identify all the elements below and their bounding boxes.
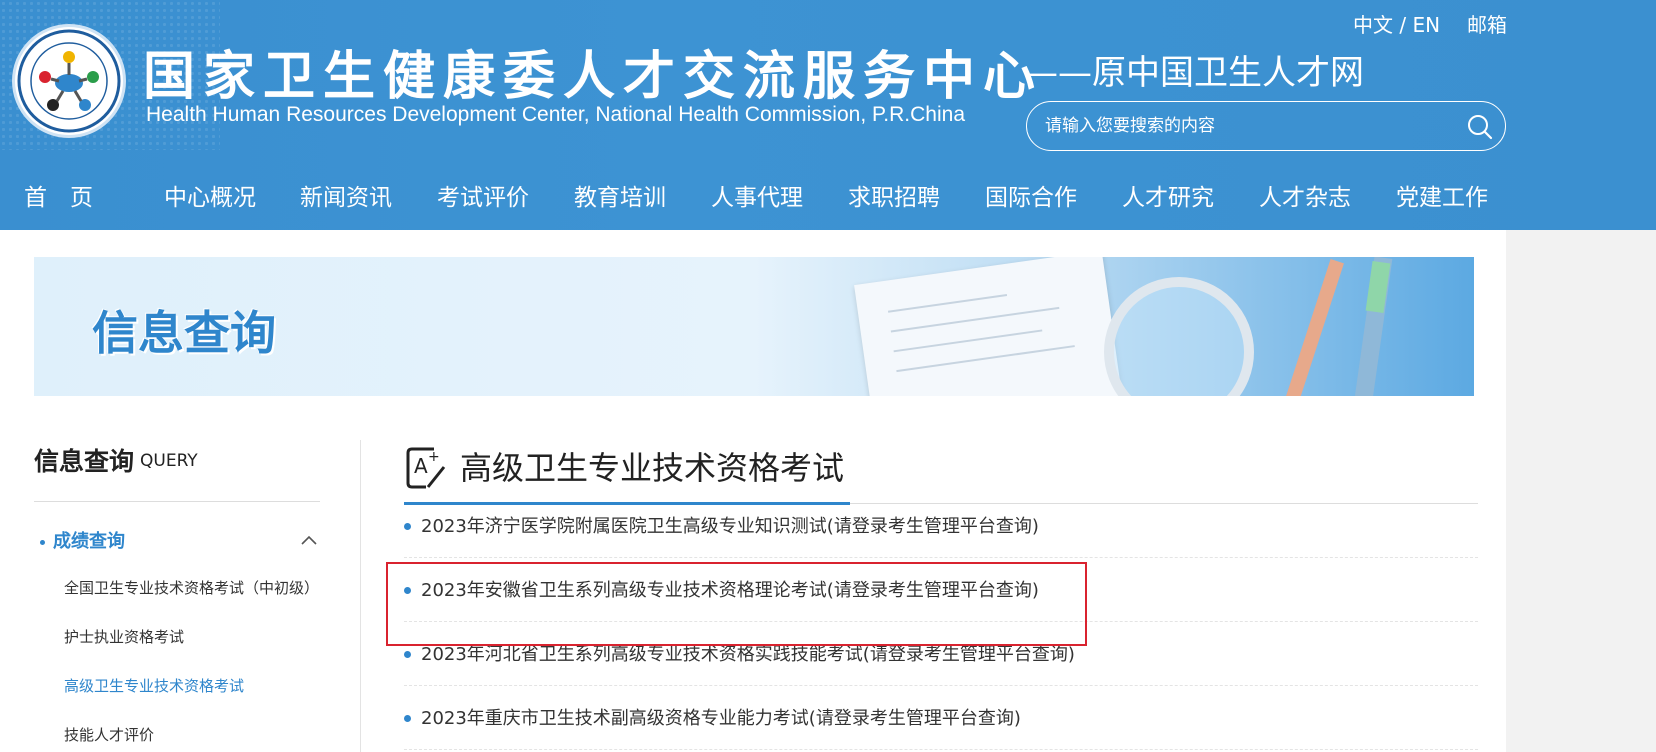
nav-item-jobs[interactable]: 求职招聘 [848,178,940,212]
content-title: 高级卫生专业技术资格考试 [460,449,845,487]
search-box [1026,101,1506,151]
logo-emblem-icon [17,29,121,133]
nav-item-research[interactable]: 人才研究 [1122,178,1214,212]
sidebar-title-en: QUERY [140,451,198,471]
list-item-link[interactable]: 2023年济宁医学院附属医院卫生高级专业知识测试(请登录考生管理平台查询) [421,512,1039,538]
language-switch[interactable]: 中文 / EN [1353,9,1440,38]
search-icon[interactable] [1467,114,1493,140]
svg-text:A: A [414,454,428,478]
nav-item-magazine[interactable]: 人才杂志 [1259,178,1351,212]
main-nav: 首 页 中心概况 新闻资讯 考试评价 教育培训 人事代理 求职招聘 国际合作 人… [0,170,1510,220]
highlight-box [386,562,1087,646]
site-title-en: Health Human Resources Development Cente… [146,103,965,126]
mailbox-link[interactable]: 邮箱 [1467,9,1507,38]
sidebar-item-national-exam[interactable]: 全国卫生专业技术资格考试（中初级） [64,577,319,598]
search-input[interactable] [1045,102,1445,150]
document-edit-icon: A + [406,447,446,489]
site-slogan: ——原中国卫生人才网 [1024,53,1364,93]
nav-item-about[interactable]: 中心概况 [164,178,256,212]
banner-pencil-cap [1365,260,1391,314]
banner-title: 信息查询 [92,306,276,360]
list-item[interactable]: 2023年济宁医学院附属医院卫生高级专业知识测试(请登录考生管理平台查询) [404,494,1478,558]
list-item[interactable]: 2023年重庆市卫生技术副高级资格专业能力考试(请登录考生管理平台查询) [404,686,1478,750]
site-title-cn: 国家卫生健康委人才交流服务中心 [143,47,1044,107]
nav-item-exam[interactable]: 考试评价 [437,178,529,212]
list-item-link[interactable]: 2023年重庆市卫生技术副高级资格专业能力考试(请登录考生管理平台查询) [421,704,1021,730]
nav-item-party[interactable]: 党建工作 [1396,178,1488,212]
sidebar-divider [34,501,320,502]
nav-item-news[interactable]: 新闻资讯 [300,178,392,212]
chevron-up-icon[interactable] [300,534,318,546]
page-banner: 信息查询 [34,257,1474,396]
sidebar-title: 信息查询 [34,447,135,476]
bullet-icon [404,715,411,722]
nav-item-home[interactable]: 首 页 [24,178,93,212]
sidebar-item-nurse-exam[interactable]: 护士执业资格考试 [64,626,184,647]
banner-pen-illustration [1278,258,1344,396]
column-divider [360,440,361,752]
nav-item-international[interactable]: 国际合作 [985,178,1077,212]
sidebar-group-scores[interactable]: 成绩查询 [40,527,125,553]
sidebar-item-senior-exam[interactable]: 高级卫生专业技术资格考试 [64,675,244,696]
sidebar-item-skills-eval[interactable]: 技能人才评价 [64,724,154,745]
page-body: 信息查询 信息查询 QUERY 成绩查询 全国卫生专业技术资格考试（中初级） 护… [0,230,1506,752]
site-logo[interactable] [12,24,126,138]
bullet-icon [404,651,411,658]
bullet-icon [404,523,411,530]
bullet-icon [40,539,45,545]
nav-item-education[interactable]: 教育培训 [574,178,666,212]
site-header: 国家卫生健康委人才交流服务中心 Health Human Resources D… [0,0,1656,230]
banner-magnifier-illustration [1104,277,1254,396]
sidebar-group-label: 成绩查询 [53,531,125,552]
banner-paper-illustration [854,257,1124,396]
nav-item-personnel[interactable]: 人事代理 [711,178,803,212]
svg-text:+: + [428,449,440,465]
